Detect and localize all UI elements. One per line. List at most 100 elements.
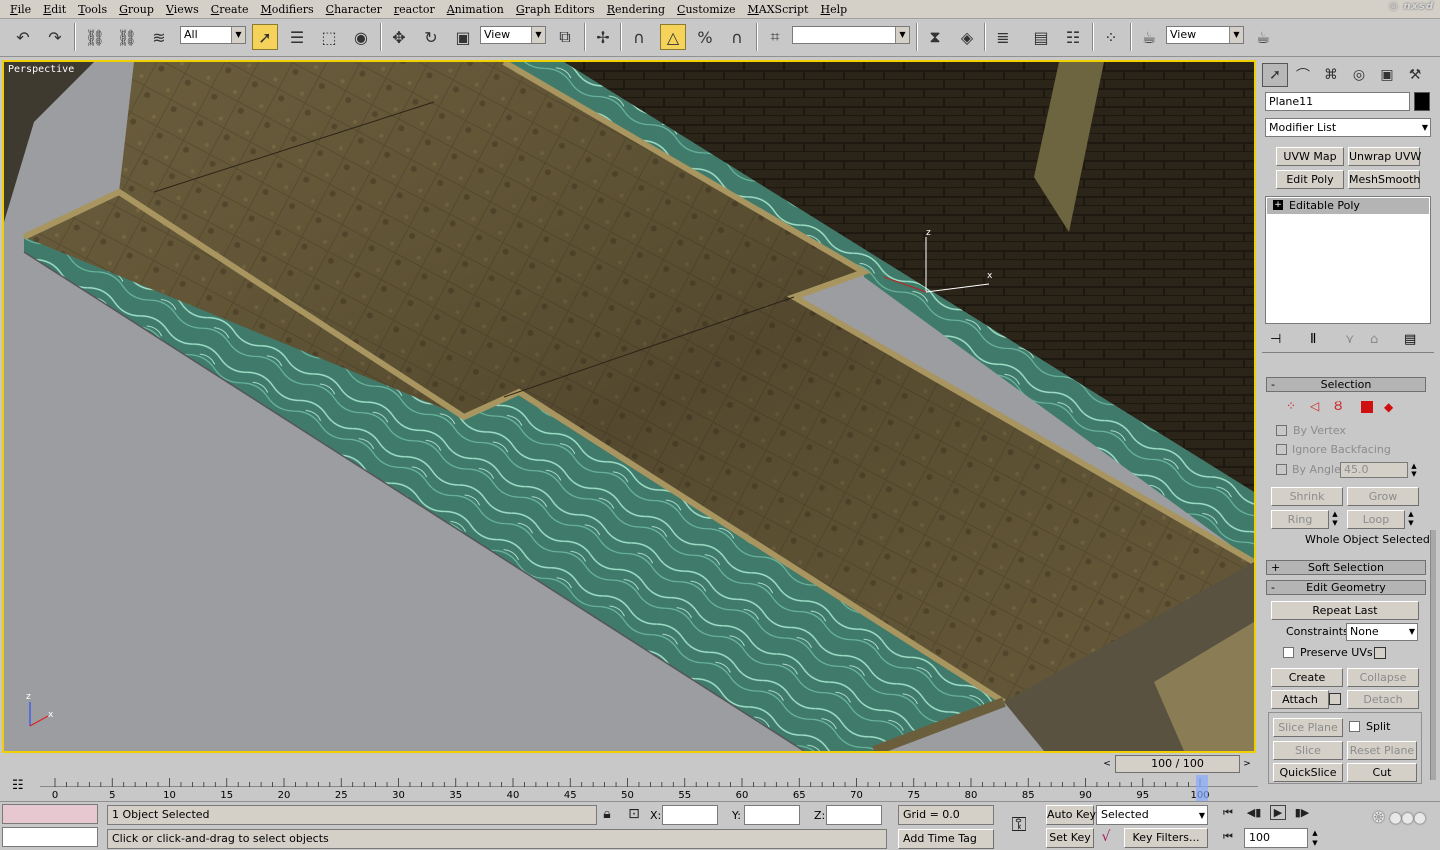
menu-animation[interactable]: Animation — [441, 3, 510, 16]
align-icon[interactable]: ◈ — [954, 24, 980, 50]
render-scene-icon[interactable]: ☕ — [1136, 24, 1162, 50]
go-to-start-icon[interactable]: ⏮ — [1220, 806, 1236, 820]
constraints-dropdown[interactable]: None ▼ — [1346, 623, 1418, 641]
expand-icon[interactable]: + — [1273, 200, 1283, 210]
spinner-snap-icon[interactable]: ∩ — [724, 24, 750, 50]
viewport-label[interactable]: Perspective — [8, 64, 74, 75]
set-key-icon[interactable]: ⚿ — [1004, 812, 1034, 836]
slice-plane-button[interactable]: Slice Plane — [1273, 718, 1343, 737]
default-tangent-icon[interactable]: √ — [1098, 829, 1114, 845]
reference-coordinate-dropdown[interactable]: View ▼ — [480, 26, 546, 44]
by-angle-checkbox[interactable] — [1276, 464, 1287, 475]
shrink-button[interactable]: Shrink — [1271, 487, 1343, 506]
collapse-button[interactable]: Collapse — [1347, 668, 1419, 687]
add-time-tag-button[interactable]: Add Time Tag — [898, 829, 994, 849]
configure-sets-icon[interactable]: ▤ — [1404, 332, 1416, 347]
y-coord-field[interactable] — [744, 805, 800, 825]
snaps-toggle-icon[interactable]: ∩ — [626, 24, 652, 50]
selection-rollout-header[interactable]: - Selection — [1266, 377, 1426, 392]
attach-button[interactable]: Attach — [1271, 690, 1329, 709]
object-color-swatch[interactable] — [1414, 92, 1430, 111]
soft-selection-rollout-header[interactable]: + Soft Selection — [1266, 560, 1426, 575]
make-unique-icon[interactable]: ⋎ — [1345, 332, 1355, 347]
display-tab-icon[interactable]: ▣ — [1374, 63, 1400, 87]
perspective-viewport[interactable]: Perspective z x z x — [2, 60, 1256, 753]
render-view-dropdown[interactable]: View ▼ — [1166, 26, 1244, 44]
next-frame-icon[interactable]: ▮▶ — [1294, 806, 1310, 819]
rectangular-selection-icon[interactable]: ⬚ — [316, 24, 342, 50]
auto-key-button[interactable]: Auto Key — [1046, 805, 1096, 825]
ring-spinner-icon[interactable]: ▲ ▼ — [1330, 510, 1340, 529]
edit-poly-button[interactable]: Edit Poly — [1276, 170, 1344, 189]
time-slider-thumb[interactable]: 100 / 100 — [1115, 755, 1240, 773]
key-mode-dropdown[interactable]: Selected ▼ — [1096, 805, 1208, 825]
select-and-move-icon[interactable]: ✥ — [386, 24, 412, 50]
unlink-icon[interactable]: ⛓ — [114, 24, 140, 50]
menu-views[interactable]: Views — [160, 3, 205, 16]
frame-spinner-icon[interactable]: ▲ ▼ — [1310, 828, 1320, 848]
by-vertex-checkbox[interactable] — [1276, 425, 1287, 436]
quickslice-button[interactable]: QuickSlice — [1273, 763, 1343, 782]
select-by-name-icon[interactable]: ☰ — [284, 24, 310, 50]
cut-button[interactable]: Cut — [1347, 763, 1417, 782]
bind-space-warp-icon[interactable]: ≋ — [146, 24, 172, 50]
window-crossing-icon[interactable]: ◉ — [348, 24, 374, 50]
uvw-map-button[interactable]: UVW Map — [1276, 147, 1344, 166]
select-and-scale-icon[interactable]: ▣ — [450, 24, 476, 50]
menu-maxscript[interactable]: MAXScript — [742, 3, 815, 16]
reset-plane-button[interactable]: Reset Plane — [1347, 741, 1417, 760]
set-key-button[interactable]: Set Key — [1046, 828, 1094, 848]
menu-group[interactable]: Group — [113, 3, 160, 16]
menu-help[interactable]: Help — [814, 3, 853, 16]
show-end-result-icon[interactable]: Ⅱ — [1310, 332, 1316, 347]
split-checkbox[interactable] — [1349, 721, 1360, 732]
menu-create[interactable]: Create — [205, 3, 255, 16]
angle-snap-icon[interactable]: △ — [660, 24, 686, 50]
create-tab-icon[interactable]: ➚ — [1262, 63, 1288, 87]
create-button[interactable]: Create — [1271, 668, 1343, 687]
object-name-field[interactable]: Plane11 — [1265, 92, 1410, 111]
undo-icon[interactable]: ↶ — [10, 24, 36, 50]
grow-button[interactable]: Grow — [1347, 487, 1419, 506]
track-bar[interactable]: ☷ 0 5 10 15 20 25 30 35 40 45 50 55 60 65 70 75 80 85 90 95… — [0, 775, 1258, 801]
curve-editor-icon[interactable]: ▤ — [1028, 24, 1054, 50]
utilities-tab-icon[interactable]: ⚒ — [1402, 63, 1428, 87]
schematic-view-icon[interactable]: ☷ — [1060, 24, 1086, 50]
ignore-backfacing-checkbox[interactable] — [1276, 444, 1287, 455]
prev-frame-arrow-icon[interactable]: < — [1100, 755, 1114, 773]
current-frame-field[interactable]: 100 — [1244, 828, 1308, 848]
motion-tab-icon[interactable]: ◎ — [1346, 63, 1372, 87]
pin-stack-icon[interactable]: ⊣ — [1270, 332, 1281, 347]
x-coord-field[interactable] — [662, 805, 718, 825]
previous-frame-icon[interactable]: ◀▮ — [1246, 806, 1262, 819]
menu-tools[interactable]: Tools — [72, 3, 113, 16]
hierarchy-tab-icon[interactable]: ⌘ — [1318, 63, 1344, 87]
edit-named-selection-icon[interactable]: ⌗ — [762, 24, 788, 50]
angle-value-field[interactable]: 45.0 — [1340, 462, 1408, 478]
lock-selection-icon[interactable]: 🔒︎ — [600, 806, 614, 822]
select-and-link-icon[interactable]: ⛓ — [82, 24, 108, 50]
named-selection-dropdown[interactable]: ▼ — [792, 26, 910, 44]
menu-reactor[interactable]: reactor — [388, 3, 441, 16]
edit-geometry-rollout-header[interactable]: - Edit Geometry — [1266, 580, 1426, 595]
unwrap-uvw-button[interactable]: Unwrap UVW — [1348, 147, 1421, 166]
pivot-center-icon[interactable]: ⧉ — [552, 24, 578, 50]
mirror-icon[interactable]: ⧗ — [922, 24, 948, 50]
menu-rendering[interactable]: Rendering — [601, 3, 671, 16]
select-and-rotate-icon[interactable]: ↻ — [418, 24, 444, 50]
key-mode-toggle-icon[interactable]: ⏮ — [1220, 830, 1236, 844]
preserve-uvs-checkbox[interactable] — [1283, 647, 1294, 658]
stack-item-editable-poly[interactable]: + Editable Poly — [1267, 198, 1429, 214]
menu-graph-editors[interactable]: Graph Editors — [510, 3, 601, 16]
material-editor-icon[interactable]: ⁘ — [1098, 24, 1124, 50]
modifier-list-dropdown[interactable]: Modifier List ▼ — [1265, 118, 1431, 137]
z-coord-field[interactable] — [826, 805, 882, 825]
repeat-last-button[interactable]: Repeat Last — [1271, 601, 1419, 620]
select-object-icon[interactable]: ➚ — [252, 24, 278, 50]
element-mode-icon[interactable]: ◆ — [1384, 400, 1393, 414]
redo-icon[interactable]: ↷ — [42, 24, 68, 50]
menu-customize[interactable]: Customize — [671, 3, 741, 16]
slice-button[interactable]: Slice — [1273, 741, 1343, 760]
selection-filter-dropdown[interactable]: All ▼ — [180, 26, 246, 44]
edge-mode-icon[interactable]: ◁ — [1310, 399, 1319, 413]
